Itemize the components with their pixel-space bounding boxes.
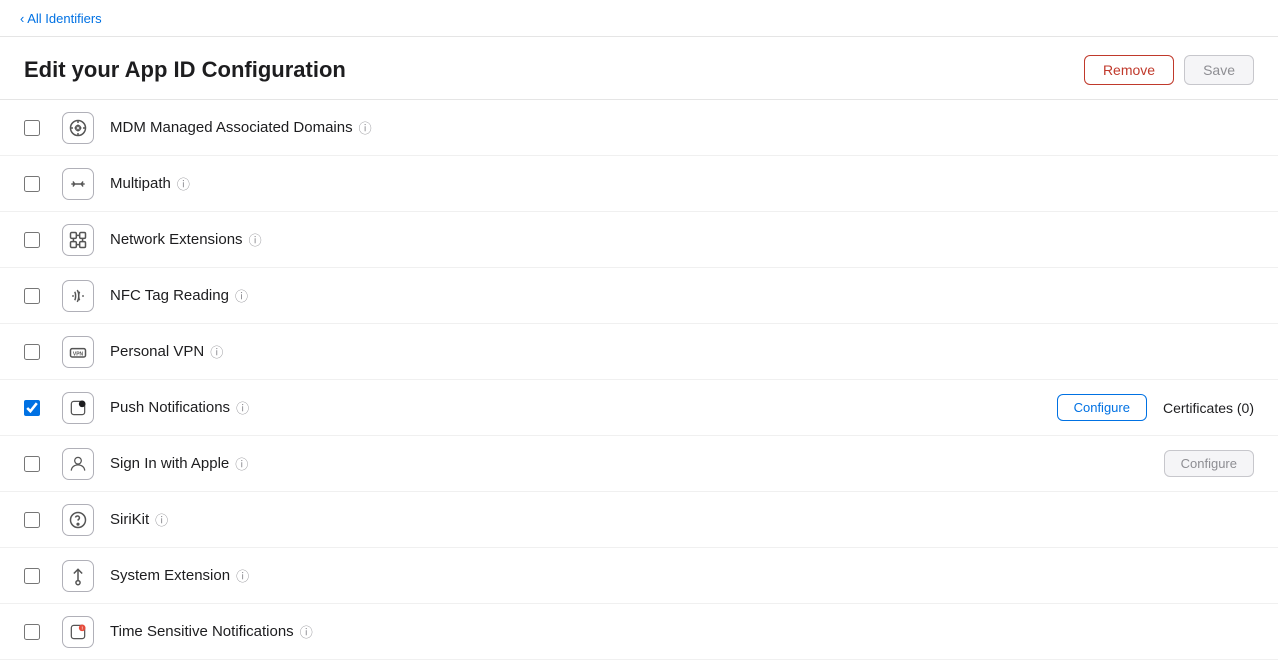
capability-row-time-sensitive-notifications: ! Time Sensitive Notificationsⓘ [0, 604, 1278, 660]
checkbox-push-notifications[interactable] [24, 400, 40, 416]
configure-button-push-notifications[interactable]: Configure [1057, 394, 1147, 421]
sirikit-icon [62, 504, 94, 536]
sign-in-apple-icon [62, 448, 94, 480]
checkbox-time-sensitive-notifications[interactable] [24, 624, 40, 640]
info-icon-system-extension[interactable]: ⓘ [236, 566, 249, 585]
multipath-icon [62, 168, 94, 200]
checkbox-sirikit[interactable] [24, 512, 40, 528]
capability-row-multipath: Multipathⓘ [0, 156, 1278, 212]
capability-name-sirikit: SiriKitⓘ [110, 510, 1254, 529]
capability-name-mdm-managed-domains: MDM Managed Associated Domainsⓘ [110, 118, 1254, 137]
capability-name-push-notifications: Push Notificationsⓘ [110, 398, 1057, 417]
checkbox-mdm-managed-domains[interactable] [24, 120, 40, 136]
svg-text:!: ! [81, 625, 82, 630]
checkbox-nfc-tag-reading[interactable] [24, 288, 40, 304]
info-icon-multipath[interactable]: ⓘ [177, 174, 190, 193]
capability-row-sign-in-with-apple: Sign In with AppleⓘConfigure [0, 436, 1278, 492]
back-link[interactable]: All Identifiers [20, 11, 102, 26]
info-icon-personal-vpn[interactable]: ⓘ [210, 342, 223, 361]
checkbox-system-extension[interactable] [24, 568, 40, 584]
capability-name-network-extensions: Network Extensionsⓘ [110, 230, 1254, 249]
capability-list: MDM Managed Associated Domainsⓘ Multipath… [0, 100, 1278, 660]
certificates-label-push-notifications: Certificates (0) [1163, 400, 1254, 416]
action-cell-push-notifications: Configure Certificates (0) [1057, 394, 1254, 421]
push-notif-icon [62, 392, 94, 424]
capability-name-personal-vpn: Personal VPNⓘ [110, 342, 1254, 361]
capability-row-system-extension: System Extensionⓘ [0, 548, 1278, 604]
capability-name-time-sensitive-notifications: Time Sensitive Notificationsⓘ [110, 622, 1254, 641]
capability-row-sirikit: SiriKitⓘ [0, 492, 1278, 548]
capability-name-multipath: Multipathⓘ [110, 174, 1254, 193]
checkbox-personal-vpn[interactable] [24, 344, 40, 360]
configure-button-sign-in-with-apple[interactable]: Configure [1164, 450, 1254, 477]
action-cell-sign-in-with-apple: Configure [1164, 450, 1254, 477]
vpn-icon: VPN [62, 336, 94, 368]
capability-row-personal-vpn: VPN Personal VPNⓘ [0, 324, 1278, 380]
page-title: Edit your App ID Configuration [24, 57, 346, 83]
remove-button[interactable]: Remove [1084, 55, 1174, 85]
nfc-icon [62, 280, 94, 312]
info-icon-nfc-tag-reading[interactable]: ⓘ [235, 286, 248, 305]
mdm-icon [62, 112, 94, 144]
network-ext-icon [62, 224, 94, 256]
svg-text:VPN: VPN [73, 351, 84, 357]
info-icon-sirikit[interactable]: ⓘ [155, 510, 168, 529]
capability-row-push-notifications: Push NotificationsⓘConfigure Certificates… [0, 380, 1278, 436]
info-icon-mdm-managed-domains[interactable]: ⓘ [359, 118, 372, 137]
checkbox-multipath[interactable] [24, 176, 40, 192]
time-notif-icon: ! [62, 616, 94, 648]
capability-name-system-extension: System Extensionⓘ [110, 566, 1254, 585]
header-actions: Remove Save [1084, 55, 1254, 85]
info-icon-network-extensions[interactable]: ⓘ [249, 230, 262, 249]
save-button[interactable]: Save [1184, 55, 1254, 85]
info-icon-sign-in-with-apple[interactable]: ⓘ [235, 454, 248, 473]
checkbox-sign-in-with-apple[interactable] [24, 456, 40, 472]
capability-name-nfc-tag-reading: NFC Tag Readingⓘ [110, 286, 1254, 305]
system-ext-icon [62, 560, 94, 592]
capability-row-mdm-managed-domains: MDM Managed Associated Domainsⓘ [0, 100, 1278, 156]
info-icon-time-sensitive-notifications[interactable]: ⓘ [300, 622, 313, 641]
checkbox-network-extensions[interactable] [24, 232, 40, 248]
capability-name-sign-in-with-apple: Sign In with Appleⓘ [110, 454, 1164, 473]
info-icon-push-notifications[interactable]: ⓘ [236, 398, 249, 417]
capability-row-network-extensions: Network Extensionsⓘ [0, 212, 1278, 268]
capability-row-nfc-tag-reading: NFC Tag Readingⓘ [0, 268, 1278, 324]
